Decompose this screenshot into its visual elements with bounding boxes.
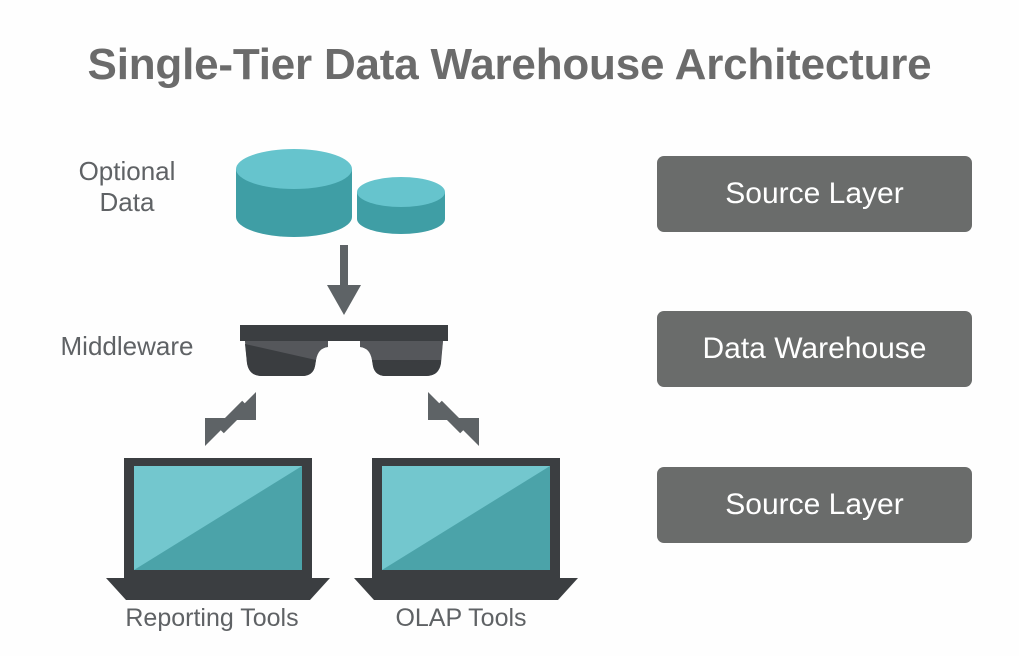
layer-box-source-layer-top: Source Layer bbox=[657, 156, 972, 232]
label-middleware: Middleware bbox=[60, 331, 194, 361]
laptop-icon bbox=[354, 458, 578, 600]
label-optional-data: Optional Data bbox=[22, 156, 232, 217]
sunglasses-middleware-icon bbox=[240, 325, 448, 376]
layer-box-data-warehouse: Data Warehouse bbox=[657, 311, 972, 387]
label-olap-tools: OLAP Tools bbox=[395, 604, 527, 632]
database-cylinder-small-icon bbox=[357, 177, 445, 234]
database-cylinder-icon bbox=[236, 149, 352, 237]
double-arrow-diagonal-icon bbox=[205, 392, 256, 446]
double-arrow-diagonal-icon bbox=[428, 392, 479, 446]
arrow-down-icon bbox=[327, 245, 361, 315]
label-reporting-tools: Reporting Tools bbox=[125, 604, 299, 632]
layer-box-source-layer-bottom: Source Layer bbox=[657, 467, 972, 543]
diagram-canvas: Single-Tier Data Warehouse Architecture bbox=[0, 0, 1019, 656]
label-optional-data-line2: Data bbox=[99, 186, 155, 217]
label-optional-data-line1: Optional bbox=[78, 156, 176, 186]
laptop-icon bbox=[106, 458, 330, 600]
